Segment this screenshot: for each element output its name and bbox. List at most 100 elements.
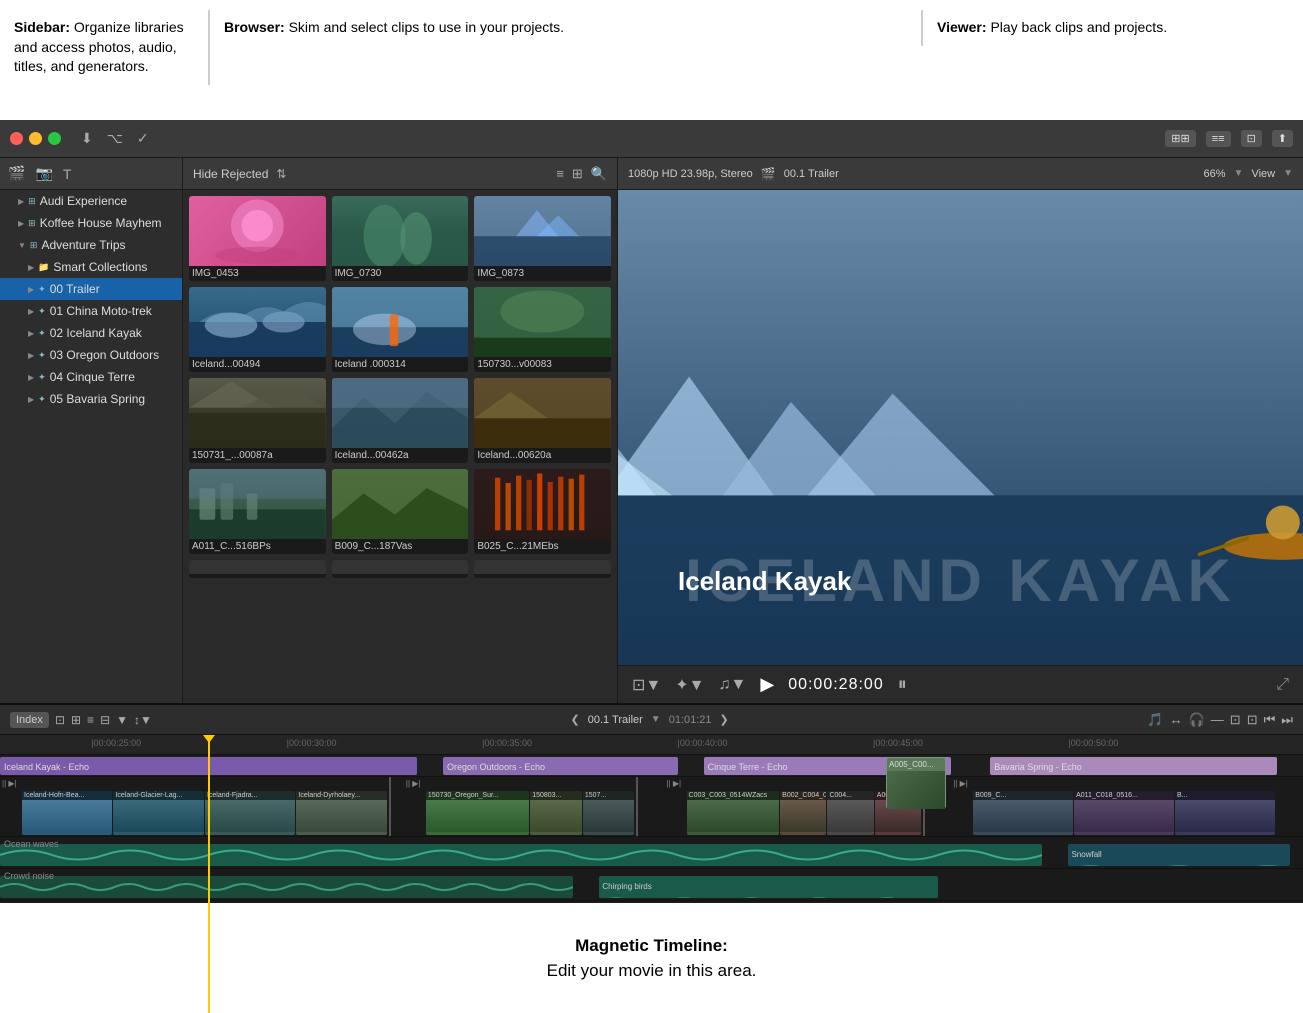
zoom-chevron-icon[interactable]: ▼	[1234, 168, 1244, 179]
split-view-btn[interactable]: ⊡	[1241, 130, 1262, 147]
sidebar-item-03-oregon[interactable]: ▶ ✦ 03 Oregon Outdoors	[0, 344, 182, 366]
pause-icon[interactable]: ⏸	[898, 674, 907, 695]
sidebar-item-audi[interactable]: ▶ ⊞ Audi Experience	[0, 190, 182, 212]
sidebar-item-label: 02 Iceland Kayak	[50, 326, 142, 340]
close-button[interactable]	[10, 132, 23, 145]
sidebar-item-smart-collections[interactable]: ▶ 📁 Smart Collections	[0, 256, 182, 278]
timeline-chevron-right[interactable]: ❯	[720, 713, 729, 726]
list-view-btn[interactable]: ≡≡	[1206, 131, 1231, 147]
clip-connect-icon[interactable]: ⊡	[1230, 712, 1241, 728]
timeline-sort-icon[interactable]: ↕▼	[134, 713, 152, 727]
media-icon[interactable]: 🎬	[8, 165, 25, 182]
clip-150731[interactable]: 150731_...00087a	[189, 378, 326, 463]
clip-iceland000314[interactable]: Iceland .000314	[332, 287, 469, 372]
audio-icon[interactable]: ♫▼	[719, 676, 747, 694]
chirping-waveform: Chirping birds	[599, 876, 938, 898]
titlebar: ⬇ ⌥ ✓ ⊞⊞ ≡≡ ⊡ ⬆	[0, 120, 1303, 158]
clip-iceland494[interactable]: Iceland...00494	[189, 287, 326, 372]
library-icon: ⊞	[28, 218, 36, 229]
clip-view4-icon[interactable]: ⊟	[100, 713, 110, 727]
crowd-noise-track: Crowd noise Chirping birds	[0, 869, 1303, 901]
fullscreen-icon[interactable]: ⤢	[1276, 676, 1289, 694]
clip-img0873[interactable]: IMG_0873	[474, 196, 611, 281]
sidebar-toolbar: 🎬 📷 T	[0, 158, 182, 190]
frame-select-icon[interactable]: ⊡▼	[632, 675, 661, 695]
view-chevron-icon[interactable]: ▼	[1283, 168, 1293, 179]
fullscreen-button[interactable]	[48, 132, 61, 145]
clip-b025[interactable]: B025_C...21MEbs	[474, 469, 611, 554]
skip-forward-icon[interactable]: ⏭	[1281, 712, 1293, 728]
sidebar-item-00-trailer[interactable]: ▶ ✦ 00 Trailer	[0, 278, 182, 300]
clip-150730[interactable]: 150730...v00083	[474, 287, 611, 372]
group-iceland: || ▶| Iceland-Hofn-Bea... Iceland-Glacie…	[0, 777, 391, 836]
viewer-controls: ⊡▼ ✦▼ ♫▼ ▶ 00:00:28:00 ⏸ ⤢	[618, 665, 1303, 703]
search-icon[interactable]: 🔍	[591, 166, 607, 182]
clip-label: Iceland...00462a	[332, 448, 469, 463]
waveform-icon[interactable]: 🎵	[1147, 712, 1163, 728]
blade-icon[interactable]: ⊡	[1247, 712, 1258, 728]
headphone-icon[interactable]: 🎧	[1189, 712, 1205, 728]
mute-icon[interactable]: —	[1211, 712, 1224, 727]
clip-view-icon[interactable]: ⊡	[55, 713, 65, 727]
clip-label: A011_C...516BPs	[189, 539, 326, 554]
clip-img0730[interactable]: IMG_0730	[332, 196, 469, 281]
clip-extra2[interactable]	[332, 560, 469, 578]
clip-view2-icon[interactable]: ⊞	[71, 713, 81, 727]
clip-img0453[interactable]: IMG_0453	[189, 196, 326, 281]
skip-back-icon[interactable]: ⏮	[1264, 712, 1276, 728]
check-icon[interactable]: ✓	[137, 130, 149, 147]
sidebar-item-02-iceland[interactable]: ▶ ✦ 02 Iceland Kayak	[0, 322, 182, 344]
play-button[interactable]: ▶	[760, 674, 774, 695]
traffic-lights	[10, 132, 61, 145]
sidebar-annotation-title: Sidebar:	[14, 19, 70, 35]
timeline-chevron-left[interactable]: ❮	[571, 713, 580, 726]
sidebar-item-05-bavaria[interactable]: ▶ ✦ 05 Bavaria Spring	[0, 388, 182, 410]
timeline-clip-name-arrow[interactable]: ▼	[651, 714, 661, 725]
collapse-icon: ▶	[28, 351, 34, 360]
viewer-annotation-title: Viewer:	[937, 19, 987, 35]
sort-icon[interactable]: ⇅	[276, 167, 286, 181]
transform-icon[interactable]: ✦▼	[675, 675, 704, 695]
playhead[interactable]	[208, 735, 210, 1013]
timeline-clip-name[interactable]: 00.1 Trailer	[588, 714, 643, 726]
clip-icon: 🎬	[761, 167, 776, 181]
timeline-flag-icon[interactable]: ▼	[116, 713, 128, 727]
titles-icon[interactable]: T	[63, 166, 72, 182]
clip-b009[interactable]: B009_C...187Vas	[332, 469, 469, 554]
ruler-mark-3: |00:00:35:00	[482, 738, 532, 748]
timeline-toolbar-left: Index ⊡ ⊞ ≡ ⊟ ▼ ↕▼	[10, 712, 152, 728]
clip-iceland462[interactable]: Iceland...00462a	[332, 378, 469, 463]
ocean-waves-track: Ocean waves Snowfall	[0, 837, 1303, 869]
sidebar-item-adventure[interactable]: ▼ ⊞ Adventure Trips	[0, 234, 182, 256]
annotation-top: Sidebar: Organize libraries and access p…	[0, 0, 1303, 120]
index-button[interactable]: Index	[10, 712, 49, 728]
key-icon[interactable]: ⌥	[107, 130, 123, 147]
ruler-mark-2: |00:00:30:00	[287, 738, 337, 748]
photo-icon[interactable]: 📷	[35, 165, 52, 182]
timeline-zoom-in[interactable]: ↔	[1170, 712, 1183, 727]
sidebar-item-label: 03 Oregon Outdoors	[50, 348, 159, 362]
list-icon[interactable]: ≡	[556, 166, 564, 181]
project-icon: ✦	[38, 306, 46, 317]
titlebar-icons: ⬇ ⌥ ✓	[81, 130, 149, 147]
viewer-title-small: Iceland Kayak	[678, 566, 851, 597]
sidebar-item-koffee[interactable]: ▶ ⊞ Koffee House Mayhem	[0, 212, 182, 234]
clip-view3-icon[interactable]: ≡	[87, 713, 94, 727]
import-icon[interactable]: ⬇	[81, 130, 93, 147]
view-label[interactable]: View	[1251, 168, 1275, 180]
clip-iceland620[interactable]: Iceland...00620a	[474, 378, 611, 463]
floating-clip[interactable]: A005_C00...	[886, 757, 946, 809]
grid-view-btn[interactable]: ⊞⊞	[1165, 130, 1195, 147]
sidebar-item-01-china[interactable]: ▶ ✦ 01 China Moto-trek	[0, 300, 182, 322]
clip-label: 150731_...00087a	[189, 448, 326, 463]
clip-extra3[interactable]	[474, 560, 611, 578]
minimize-button[interactable]	[29, 132, 42, 145]
clip-extra1[interactable]	[189, 560, 326, 578]
clip-a011[interactable]: A011_C...516BPs	[189, 469, 326, 554]
collapse-icon: ▶	[28, 329, 34, 338]
sidebar-item-04-cinque[interactable]: ▶ ✦ 04 Cinque Terre	[0, 366, 182, 388]
timeline-annotation-title: Magnetic Timeline:	[575, 936, 728, 955]
collapse-icon: ▼	[18, 241, 26, 250]
upload-btn[interactable]: ⬆	[1272, 130, 1293, 147]
grid-icon[interactable]: ⊞	[572, 166, 583, 182]
